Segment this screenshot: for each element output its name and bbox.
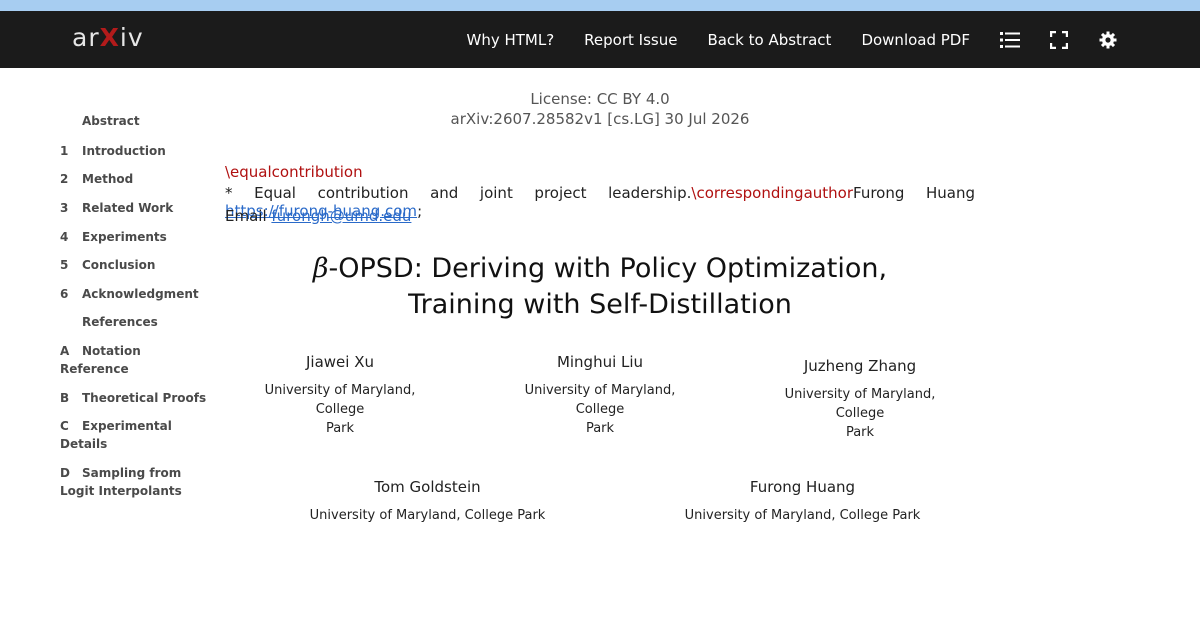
toc-num: D (60, 466, 70, 480)
author-card: Juzheng Zhang University of Maryland, Co… (760, 357, 960, 442)
toc-item-references[interactable]: References (60, 313, 210, 331)
affiliation-line-2: Park (325, 421, 355, 436)
toc-text: Conclusion (82, 258, 156, 272)
toc-text: Theoretical Proofs (82, 391, 207, 405)
toc-num: B (60, 391, 70, 405)
affiliation-line-2: Park (585, 421, 615, 436)
toc-item-acknowledgment[interactable]: 6 Acknowledgment (60, 285, 210, 303)
toc-num: 3 (60, 201, 69, 215)
author-affiliation: University of Maryland, College Park (240, 381, 440, 438)
toc-num: 6 (60, 287, 69, 301)
title-line-1: -OPSD: Deriving with Policy Optimization… (328, 253, 888, 284)
license-text: License: CC BY 4.0 (530, 90, 670, 108)
toc-num: 2 (60, 172, 69, 186)
author-name: Tom Goldstein (374, 478, 481, 496)
toc-text: Experimental (82, 419, 172, 433)
beta-symbol: β (312, 253, 329, 284)
toc-item-theoretical-proofs[interactable]: B Theoretical Proofs (60, 389, 210, 407)
toc-item-experiments[interactable]: 4 Experiments (60, 228, 210, 246)
arxiv-logo[interactable]: arXiv (72, 23, 144, 52)
author-card: Tom Goldstein University of Maryland, Co… (305, 478, 550, 525)
toc-item-experimental-details[interactable]: C Experimental Details (60, 417, 210, 453)
paper-title: β-OPSD: Deriving with Policy Optimizatio… (225, 251, 975, 323)
author-name: Furong Huang (749, 478, 856, 496)
title-line-2: Training with Self-Distillation (408, 289, 792, 320)
affiliation-line-1: University of Maryland, College (264, 383, 416, 417)
email-label: Email (225, 207, 267, 225)
download-pdf-link[interactable]: Download PDF (861, 31, 970, 49)
arxiv-id: arXiv:2607.28582v1 [cs.LG] 30 Jul 2026 (450, 110, 750, 128)
why-html-link[interactable]: Why HTML? (466, 31, 554, 49)
toc-text-cont: Details (60, 437, 108, 451)
contrib-prefix: * Equal contribution and joint project l… (225, 184, 692, 202)
affiliation-line-1: University of Maryland, College Park (684, 508, 921, 523)
affiliation-line-1: University of Maryland, College (524, 383, 676, 417)
toc-item-sampling-logit[interactable]: D Sampling from Logit Interpolants (60, 464, 210, 500)
corresponding-name: Furong Huang (853, 184, 975, 202)
author-name: Juzheng Zhang (803, 357, 917, 375)
corresponding-author-macro: \correspondingauthor (691, 184, 854, 202)
author-name: Minghui Liu (556, 353, 644, 371)
author-affiliation: University of Maryland, College Park (305, 506, 550, 525)
author-affiliation: University of Maryland, College Park (760, 385, 960, 442)
toc-text: Sampling from (82, 466, 182, 480)
author-affiliation: University of Maryland, College Park (680, 506, 925, 525)
toc-text: References (82, 315, 158, 329)
gear-icon[interactable] (1098, 30, 1118, 50)
nav-links: Why HTML? Report Issue Back to Abstract … (466, 11, 1200, 68)
toc-item-related-work[interactable]: 3 Related Work (60, 199, 210, 217)
toc-num: 4 (60, 230, 69, 244)
email-link[interactable]: furongh@umd.edu (271, 207, 411, 225)
toc-text: Abstract (82, 114, 140, 128)
author-name: Jiawei Xu (306, 353, 374, 371)
logo-text-iv: iv (119, 23, 144, 52)
email-line: Email furongh@umd.edu (225, 207, 411, 225)
toc-item-abstract[interactable]: Abstract (60, 112, 210, 130)
browser-top-strip (0, 0, 1200, 11)
affiliation-line-1: University of Maryland, College Park (309, 508, 546, 523)
toc-num: 5 (60, 258, 69, 272)
toc-item-method[interactable]: 2 Method (60, 170, 210, 188)
author-card: Minghui Liu University of Maryland, Coll… (500, 353, 700, 438)
toc-text: Notation (82, 344, 141, 358)
affiliation-line-2: Park (845, 425, 875, 440)
toc-item-conclusion[interactable]: 5 Conclusion (60, 256, 210, 274)
logo-text-ar: ar (72, 23, 100, 52)
toc-text: Experiments (82, 230, 167, 244)
toc-text: Method (82, 172, 134, 186)
affiliation-line-1: University of Maryland, College (784, 387, 936, 421)
toc-text-cont: Logit Interpolants (60, 484, 182, 498)
toc-num: C (60, 419, 69, 433)
logo-text-x: X (99, 23, 120, 52)
back-to-abstract-link[interactable]: Back to Abstract (707, 31, 831, 49)
toc-text-cont: Reference (60, 362, 129, 376)
toc-num: A (60, 344, 70, 358)
url-suffix: ; (417, 202, 423, 220)
equal-contribution-macro: \equalcontribution (225, 163, 363, 181)
fullscreen-icon[interactable] (1049, 30, 1069, 50)
author-card: Furong Huang University of Maryland, Col… (680, 478, 925, 525)
navbar: arXiv Why HTML? Report Issue Back to Abs… (0, 11, 1200, 68)
list-icon[interactable] (1000, 30, 1020, 50)
author-affiliation: University of Maryland, College Park (500, 381, 700, 438)
toc-num: 1 (60, 144, 69, 158)
toc-item-notation-reference[interactable]: A Notation Reference (60, 342, 210, 378)
toc-text: Introduction (82, 144, 166, 158)
toc-text: Related Work (82, 201, 174, 215)
toc-text: Acknowledgment (82, 287, 199, 301)
report-issue-link[interactable]: Report Issue (584, 31, 677, 49)
author-card: Jiawei Xu University of Maryland, Colleg… (240, 353, 440, 438)
toc-item-introduction[interactable]: 1 Introduction (60, 142, 210, 160)
